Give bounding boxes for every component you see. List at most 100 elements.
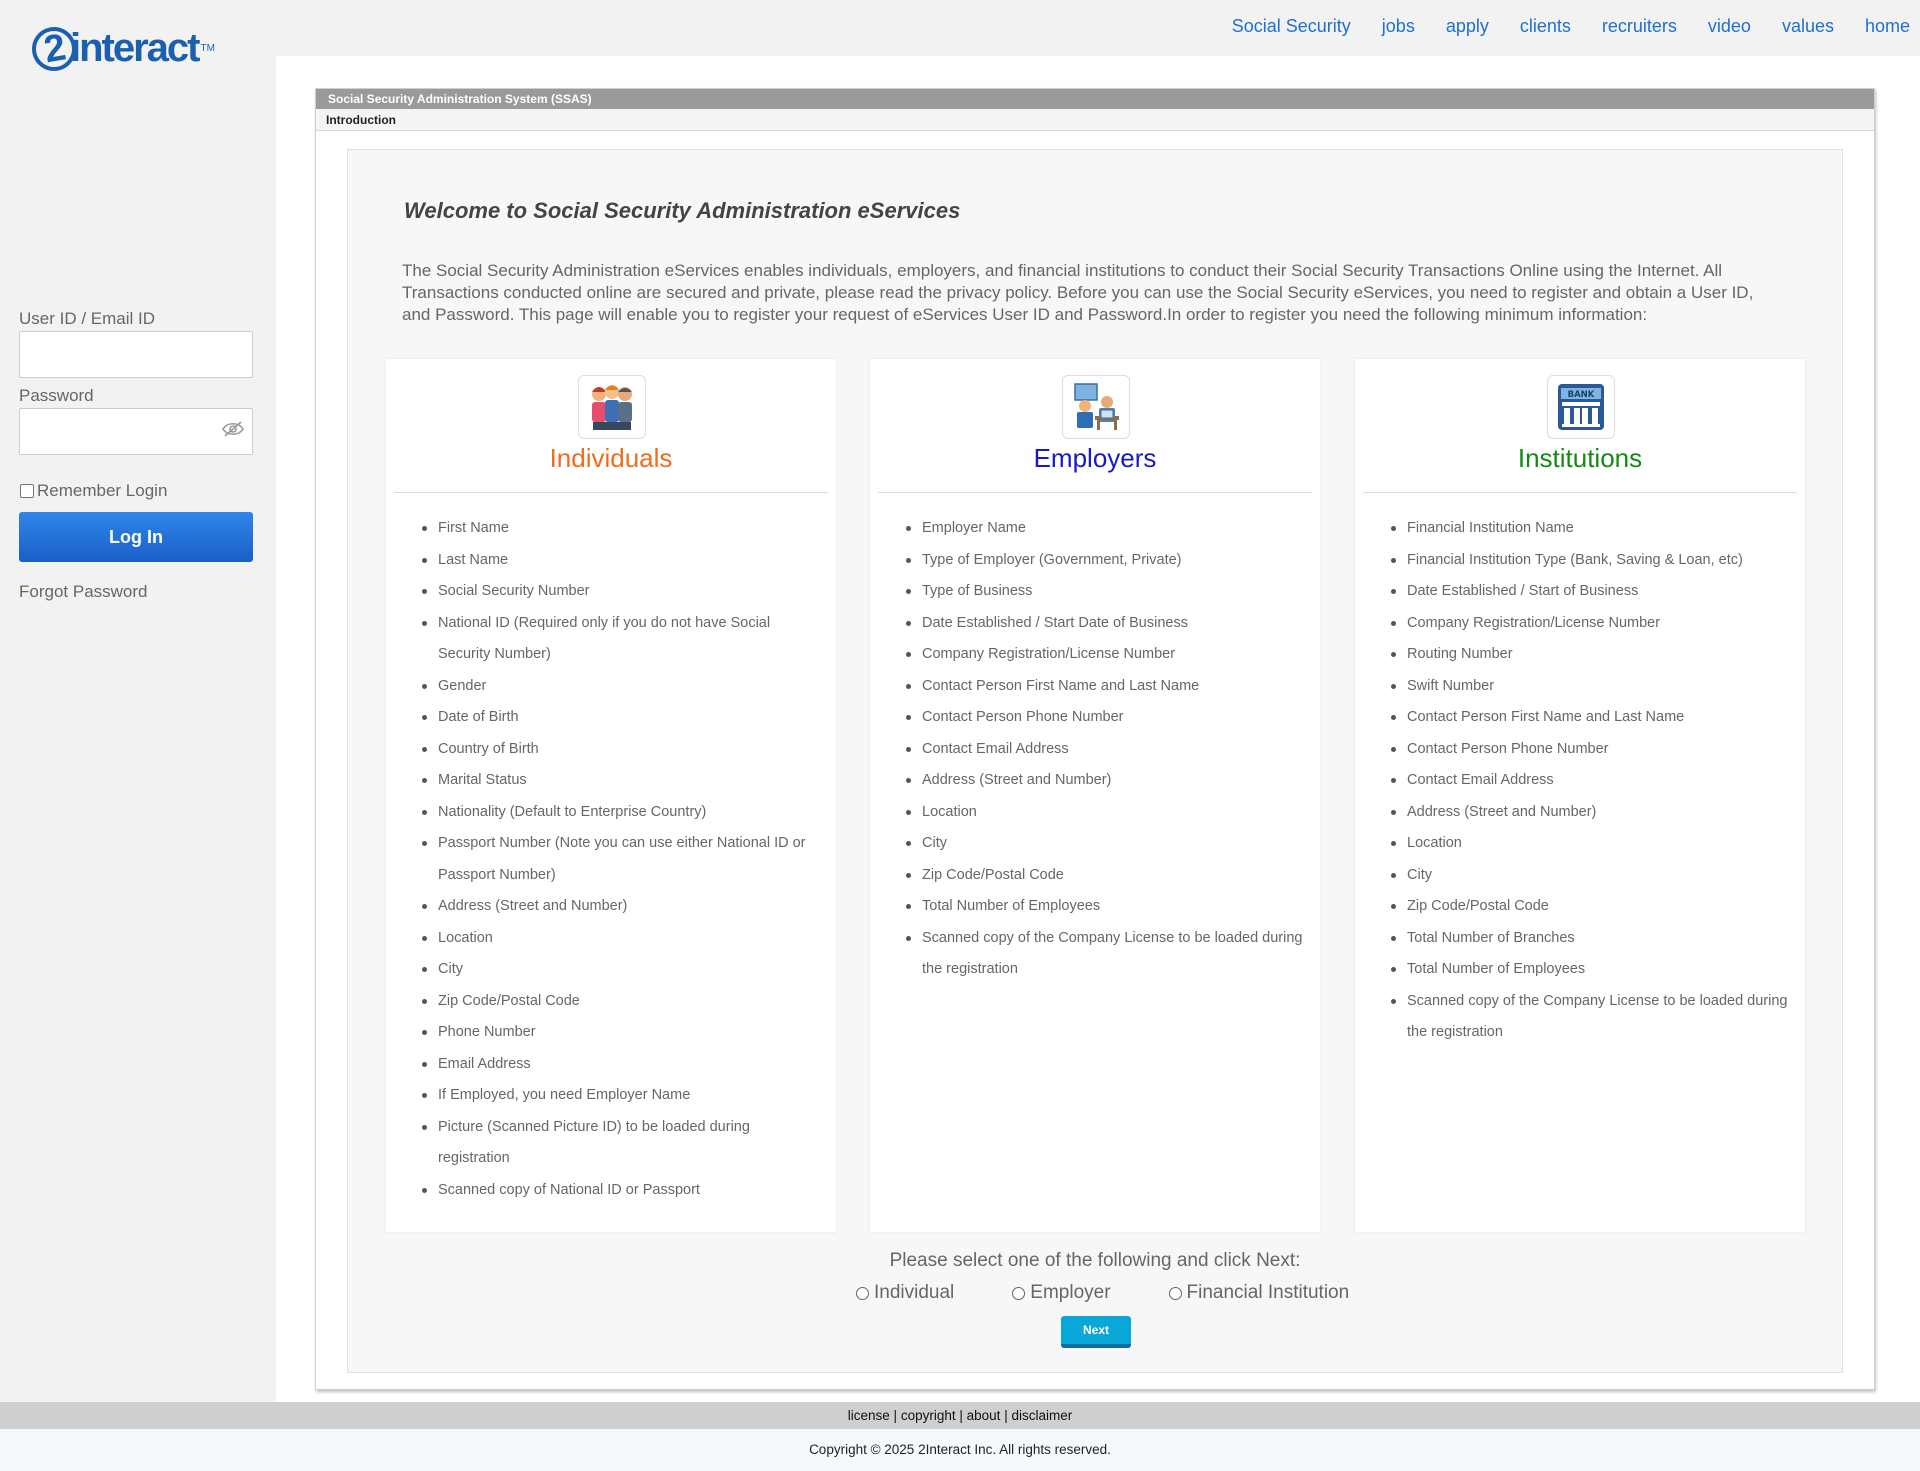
- list-item: Financial Institution Type (Bank, Saving…: [1391, 545, 1789, 577]
- list-item: Total Number of Employees: [1391, 954, 1789, 986]
- nav-jobs[interactable]: jobs: [1382, 16, 1415, 37]
- footer-link-copyright[interactable]: copyright: [901, 1408, 956, 1423]
- list-item: Zip Code/Postal Code: [422, 986, 820, 1018]
- list-item: Financial Institution Name: [1391, 513, 1789, 545]
- list-item: Scanned copy of National ID or Passport: [422, 1175, 820, 1207]
- card-employers: Employers Employer Name Type of Employer…: [870, 359, 1320, 1232]
- people-group-icon: [578, 375, 646, 439]
- list-item: Contact Person Phone Number: [1391, 734, 1789, 766]
- logo[interactable]: 2interact TM: [28, 20, 242, 76]
- list-item: Date Established / Start of Business: [1391, 576, 1789, 608]
- list-item: Picture (Scanned Picture ID) to be loade…: [422, 1112, 820, 1175]
- bank-icon: BANK: [1547, 375, 1615, 439]
- list-item: City: [1391, 860, 1789, 892]
- forgot-password-link[interactable]: Forgot Password: [19, 582, 148, 602]
- footer-links: license | copyright | about | disclaimer: [0, 1402, 1920, 1429]
- remember-checkbox[interactable]: [20, 484, 34, 498]
- list-item: Nationality (Default to Enterprise Count…: [422, 797, 820, 829]
- radio-financial-institution[interactable]: Financial Institution: [1168, 1282, 1349, 1304]
- password-label: Password: [19, 386, 94, 405]
- footer-link-license[interactable]: license: [848, 1408, 890, 1423]
- select-prompt: Please select one of the following and c…: [889, 1250, 1301, 1271]
- password-input[interactable]: [19, 408, 253, 455]
- list-item: Company Registration/License Number: [1391, 608, 1789, 640]
- list-item: Zip Code/Postal Code: [1391, 891, 1789, 923]
- radio-circle[interactable]: [1012, 1286, 1026, 1300]
- list-item: National ID (Required only if you do not…: [422, 608, 820, 671]
- list-item: Type of Business: [906, 576, 1304, 608]
- nav-video[interactable]: video: [1708, 16, 1751, 37]
- list-item: Zip Code/Postal Code: [906, 860, 1304, 892]
- panel-subtitle: Introduction: [316, 109, 1874, 131]
- user-id-input[interactable]: [19, 331, 253, 378]
- list-item: Address (Street and Number): [422, 891, 820, 923]
- list-item: Type of Employer (Government, Private): [906, 545, 1304, 577]
- radio-circle[interactable]: [1168, 1286, 1182, 1300]
- list-item: Passport Number (Note you can use either…: [422, 828, 820, 891]
- employers-list: Employer Name Type of Employer (Governme…: [906, 513, 1304, 986]
- logo-mark: 2interact: [28, 23, 200, 74]
- list-item: Scanned copy of the Company License to b…: [906, 923, 1304, 986]
- login-button[interactable]: Log In: [19, 512, 253, 562]
- list-item: Marital Status: [422, 765, 820, 797]
- list-item: Routing Number: [1391, 639, 1789, 671]
- list-item: Location: [1391, 828, 1789, 860]
- institutions-list: Financial Institution Name Financial Ins…: [1391, 513, 1789, 1049]
- eye-off-icon[interactable]: [222, 420, 244, 438]
- radio-circle[interactable]: [856, 1286, 869, 1300]
- top-nav: Social Security jobs apply clients recru…: [1201, 16, 1910, 37]
- footer-copyright: Copyright © 2025 2Interact Inc. All righ…: [0, 1429, 1920, 1471]
- radio-employer[interactable]: Employer: [1012, 1282, 1111, 1304]
- sidebar: 2interact TM User ID / Email ID Password…: [0, 0, 276, 1402]
- radio-individual[interactable]: Individual: [856, 1282, 954, 1304]
- registration-type-radios: Individual Employer Financial Institutio…: [856, 1282, 1407, 1304]
- list-item: Last Name: [422, 545, 820, 577]
- list-item: First Name: [422, 513, 820, 545]
- list-item: Total Number of Branches: [1391, 923, 1789, 955]
- list-item: Company Registration/License Number: [906, 639, 1304, 671]
- list-item: Phone Number: [422, 1017, 820, 1049]
- card-title-employers: Employers: [1033, 443, 1157, 473]
- list-item: Address (Street and Number): [906, 765, 1304, 797]
- list-item: Contact Email Address: [1391, 765, 1789, 797]
- user-id-label: User ID / Email ID: [19, 309, 156, 328]
- card-institutions: BANK Institutions Financial Institution …: [1355, 359, 1805, 1232]
- list-item: City: [422, 954, 820, 986]
- list-item: Email Address: [422, 1049, 820, 1081]
- intro-text: The Social Security Administration eServ…: [402, 261, 1754, 324]
- nav-social-security[interactable]: Social Security: [1232, 16, 1351, 37]
- list-item: Date of Birth: [422, 702, 820, 734]
- list-item: Location: [906, 797, 1304, 829]
- list-item: Address (Street and Number): [1391, 797, 1789, 829]
- nav-recruiters[interactable]: recruiters: [1602, 16, 1677, 37]
- remember-label: Remember Login: [37, 481, 168, 500]
- list-item: Date Established / Start Date of Busines…: [906, 608, 1304, 640]
- list-item: Total Number of Employees: [906, 891, 1304, 923]
- svg-text:BANK: BANK: [1568, 390, 1595, 400]
- list-item: Swift Number: [1391, 671, 1789, 703]
- individuals-list: First Name Last Name Social Security Num…: [422, 513, 820, 1207]
- remember-login[interactable]: Remember Login: [20, 481, 167, 501]
- nav-clients[interactable]: clients: [1520, 16, 1571, 37]
- next-button[interactable]: Next: [1061, 1316, 1131, 1348]
- list-item: Contact Person Phone Number: [906, 702, 1304, 734]
- list-item: Contact Person First Name and Last Name: [1391, 702, 1789, 734]
- list-item: Location: [422, 923, 820, 955]
- footer-link-disclaimer[interactable]: disclaimer: [1011, 1408, 1072, 1423]
- welcome-heading: Welcome to Social Security Administratio…: [404, 198, 961, 223]
- logo-tm: TM: [200, 42, 215, 54]
- card-title-institutions: Institutions: [1517, 443, 1643, 473]
- list-item: Scanned copy of the Company License to b…: [1391, 986, 1789, 1049]
- nav-apply[interactable]: apply: [1446, 16, 1489, 37]
- list-item: City: [906, 828, 1304, 860]
- list-item: Gender: [422, 671, 820, 703]
- list-item: Contact Email Address: [906, 734, 1304, 766]
- list-item: Contact Person First Name and Last Name: [906, 671, 1304, 703]
- footer-link-about[interactable]: about: [967, 1408, 1001, 1423]
- office-workers-icon: [1062, 375, 1130, 439]
- nav-values[interactable]: values: [1782, 16, 1834, 37]
- list-item: Employer Name: [906, 513, 1304, 545]
- list-item: Country of Birth: [422, 734, 820, 766]
- list-item: Social Security Number: [422, 576, 820, 608]
- nav-home[interactable]: home: [1865, 16, 1910, 37]
